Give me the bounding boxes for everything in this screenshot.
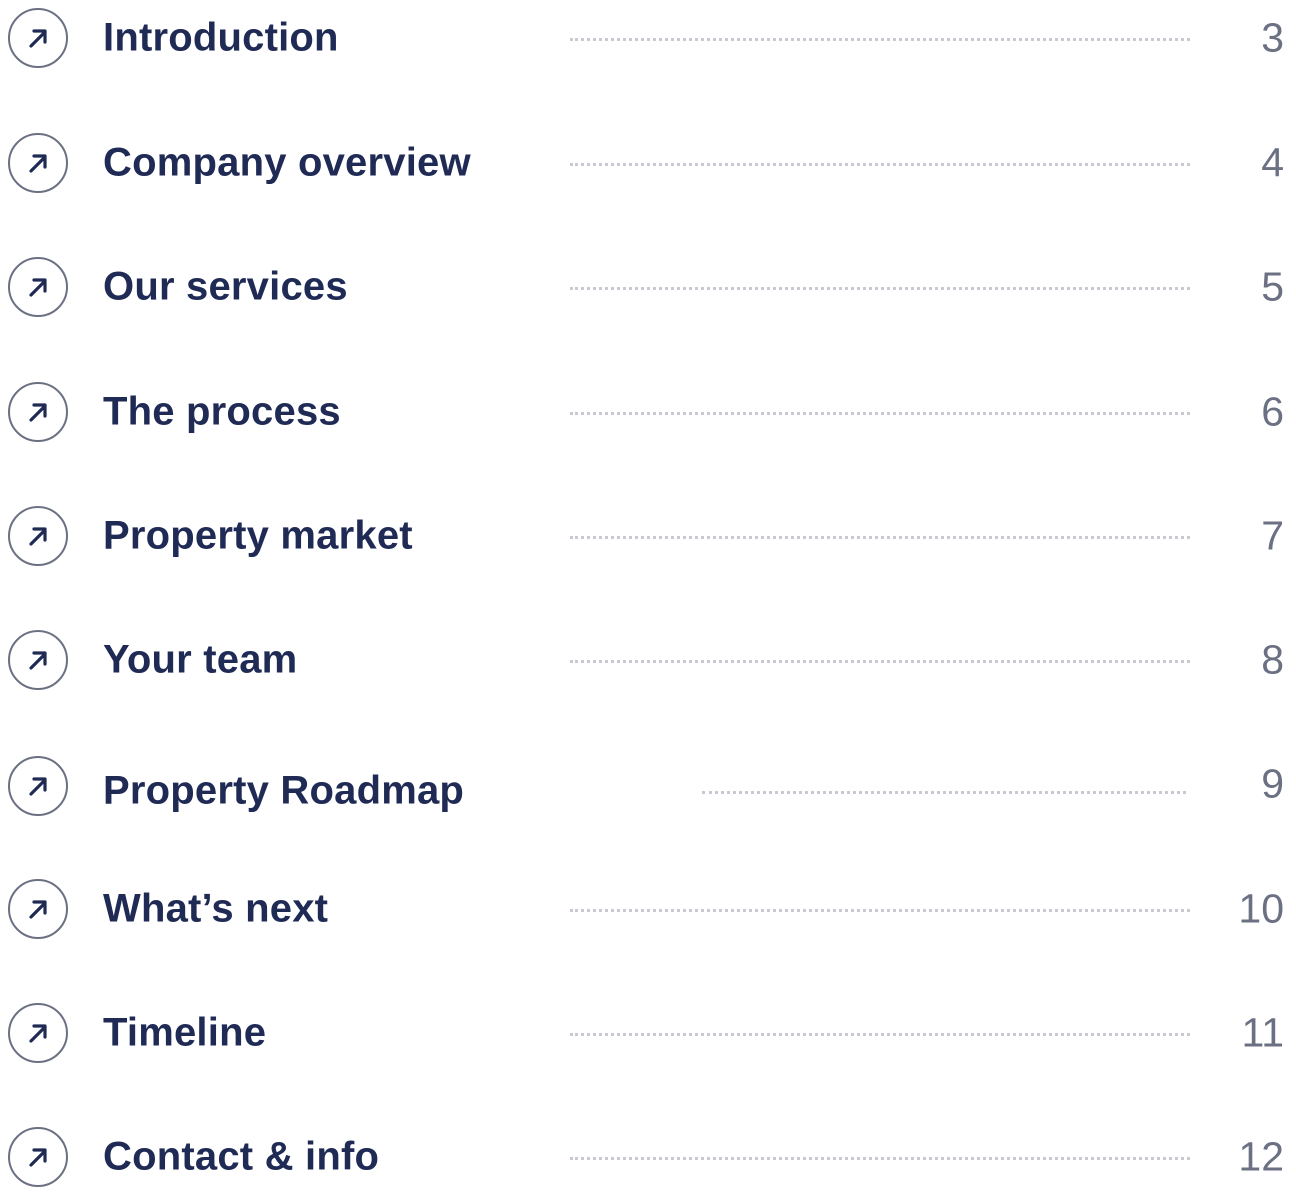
- toc-item-our-services[interactable]: Our services 5: [0, 252, 1296, 322]
- arrow-up-right-icon[interactable]: [8, 630, 68, 690]
- toc-item-title: What’s next: [103, 886, 329, 931]
- toc-item-your-team[interactable]: Your team 8: [0, 625, 1296, 695]
- toc-item-page-number: 7: [1261, 512, 1284, 559]
- leader-dots: [570, 1157, 1190, 1160]
- arrow-up-right-icon[interactable]: [8, 1003, 68, 1063]
- arrow-up-right-icon[interactable]: [8, 133, 68, 193]
- leader-dots: [570, 536, 1190, 539]
- toc-item-timeline[interactable]: Timeline 11: [0, 998, 1296, 1068]
- toc-item-introduction[interactable]: Introduction 3: [0, 3, 1296, 73]
- toc-item-title: Timeline: [103, 1010, 267, 1055]
- toc-item-company-overview[interactable]: Company overview 4: [0, 128, 1296, 198]
- arrow-up-right-icon[interactable]: [8, 879, 68, 939]
- table-of-contents: Introduction 3 Company overview 4 Our se…: [0, 0, 1296, 1187]
- toc-item-title: Your team: [103, 637, 298, 682]
- toc-item-contact-info[interactable]: Contact & info 12: [0, 1122, 1296, 1192]
- toc-item-title: The process: [103, 389, 341, 434]
- toc-item-page-number: 8: [1261, 636, 1284, 683]
- arrow-up-right-icon[interactable]: [8, 756, 68, 816]
- toc-item-the-process[interactable]: The process 6: [0, 377, 1296, 447]
- toc-item-page-number: 5: [1261, 263, 1284, 310]
- toc-item-property-roadmap[interactable]: Property Roadmap 9: [0, 751, 1296, 821]
- toc-item-page-number: 11: [1241, 1009, 1284, 1056]
- arrow-up-right-icon[interactable]: [8, 257, 68, 317]
- toc-item-whats-next[interactable]: What’s next 10: [0, 874, 1296, 944]
- toc-item-property-market[interactable]: Property market 7: [0, 501, 1296, 571]
- arrow-up-right-icon[interactable]: [8, 8, 68, 68]
- toc-item-title: Company overview: [103, 140, 471, 185]
- toc-item-title: Contact & info: [103, 1134, 380, 1179]
- toc-item-title: Property Roadmap: [103, 768, 465, 813]
- toc-item-page-number: 6: [1261, 388, 1284, 435]
- leader-dots: [570, 412, 1190, 415]
- leader-dots: [570, 38, 1190, 41]
- toc-item-page-number: 9: [1261, 760, 1284, 807]
- toc-item-title: Our services: [103, 264, 348, 309]
- leader-dots: [702, 791, 1186, 794]
- arrow-up-right-icon[interactable]: [8, 382, 68, 442]
- arrow-up-right-icon[interactable]: [8, 506, 68, 566]
- toc-item-page-number: 4: [1261, 139, 1284, 186]
- toc-item-title: Introduction: [103, 15, 339, 60]
- leader-dots: [570, 1033, 1190, 1036]
- toc-item-page-number: 10: [1238, 885, 1284, 932]
- toc-item-page-number: 12: [1238, 1133, 1284, 1180]
- leader-dots: [570, 287, 1190, 290]
- toc-item-title: Property market: [103, 513, 413, 558]
- leader-dots: [570, 909, 1190, 912]
- arrow-up-right-icon[interactable]: [8, 1127, 68, 1187]
- toc-item-page-number: 3: [1261, 14, 1284, 61]
- leader-dots: [570, 660, 1190, 663]
- leader-dots: [570, 163, 1190, 166]
